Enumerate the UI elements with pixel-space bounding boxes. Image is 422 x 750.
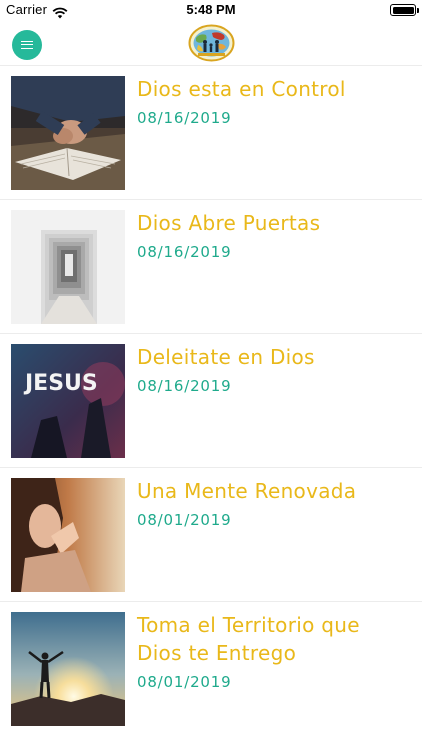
- item-title: Deleitate en Dios: [137, 345, 315, 369]
- item-date: 08/16/2019: [137, 243, 232, 261]
- thumbnail-woman-praying: [11, 478, 125, 592]
- thumbnail-man-arms-open-sunset: [11, 612, 125, 726]
- item-date: 08/01/2019: [137, 511, 232, 529]
- thumbnail-jesus-worship-stage: JESUS: [11, 344, 125, 458]
- item-title: Toma el Territorio que Dios te Entrego: [137, 613, 360, 665]
- item-date: 08/16/2019: [137, 377, 232, 395]
- hamburger-menu-icon: [21, 41, 33, 49]
- image-text-jesus: JESUS: [23, 371, 98, 396]
- thumbnail-hands-praying-on-bible: [11, 76, 125, 190]
- battery-tip: [417, 8, 419, 13]
- list-item[interactable]: Dios Abre Puertas 08/16/2019: [0, 200, 422, 334]
- list-item[interactable]: Una Mente Renovada 08/01/2019: [0, 468, 422, 602]
- list-item[interactable]: Toma el Territorio que Dios te Entrego 0…: [0, 602, 422, 750]
- status-bar: Carrier 5:48 PM: [0, 0, 422, 22]
- app-logo: [188, 24, 235, 62]
- battery-icon: [390, 4, 416, 16]
- navigation-bar: [0, 22, 422, 66]
- thumbnail-open-doors-corridor: [11, 210, 125, 324]
- item-date: 08/16/2019: [137, 109, 232, 127]
- item-title: Dios esta en Control: [137, 77, 346, 101]
- sermon-list: Dios esta en Control 08/16/2019 Dios Abr…: [0, 66, 422, 750]
- clock: 5:48 PM: [186, 2, 236, 17]
- list-item[interactable]: JESUS Deleitate en Dios 08/16/2019: [0, 334, 422, 468]
- item-date: 08/01/2019: [137, 673, 232, 691]
- item-title: Dios Abre Puertas: [137, 211, 321, 235]
- list-item[interactable]: Dios esta en Control 08/16/2019: [0, 66, 422, 200]
- menu-button[interactable]: [12, 30, 42, 60]
- item-title: Una Mente Renovada: [137, 479, 357, 503]
